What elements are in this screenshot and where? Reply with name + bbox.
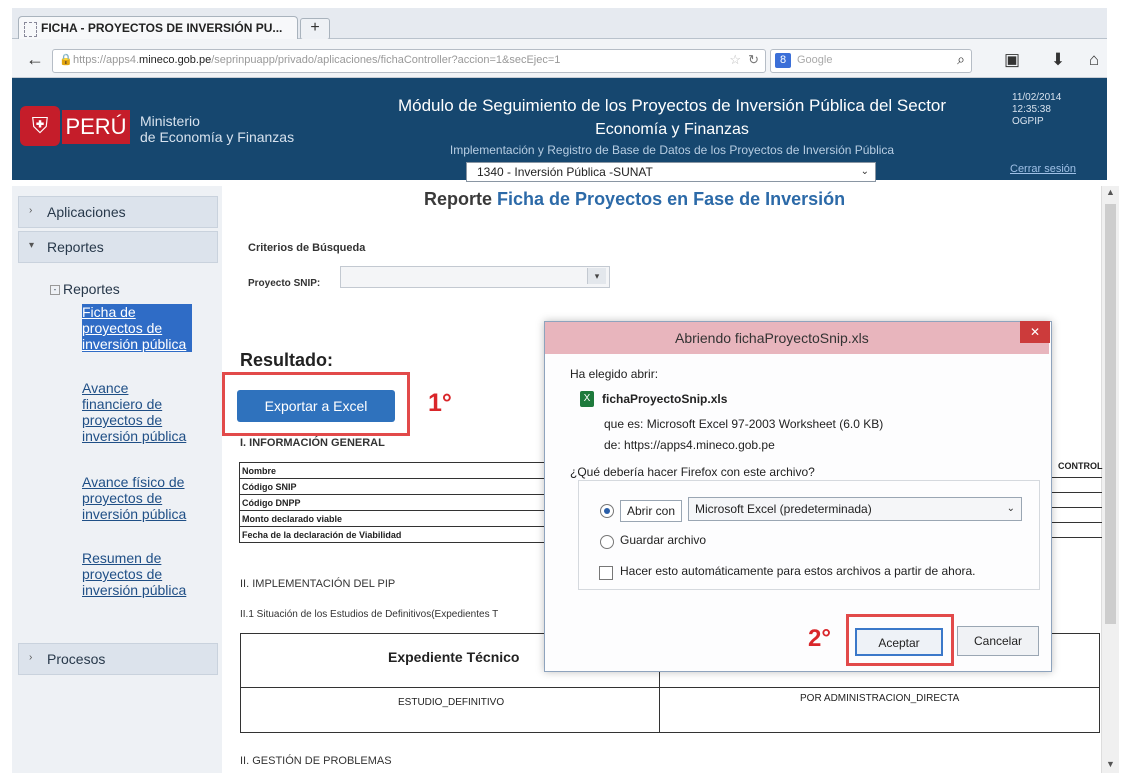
- dialog-intro: Ha elegido abrir:: [570, 367, 659, 381]
- bookmark-star-icon[interactable]: ☆: [729, 52, 741, 68]
- sidebar-item-reportes[interactable]: ▾ Reportes: [18, 231, 218, 263]
- sidebar-link-avance-financiero[interactable]: Avance financiero de proyectos de invers…: [82, 380, 192, 444]
- open-with-select[interactable]: Microsoft Excel (predeterminada) ⌄: [688, 497, 1022, 521]
- table-row: Monto declarado viable: [239, 510, 559, 527]
- sidebar-item-label: Procesos: [47, 651, 106, 667]
- open-with-label[interactable]: Abrir con: [620, 500, 682, 522]
- table-row: Código SNIP: [239, 478, 559, 495]
- url-text: https://apps4.mineco.gob.pe/seprinpuapp/…: [73, 54, 561, 66]
- step1-label: 1°: [428, 389, 452, 417]
- chevron-down-icon: ▾: [29, 240, 35, 251]
- back-arrow-icon[interactable]: ←: [24, 49, 46, 69]
- search-input[interactable]: 8 Google ⌕: [770, 49, 972, 73]
- dialog-title: Abriendo fichaProyectoSnip.xls: [675, 330, 869, 346]
- country-logo: PERÚ: [62, 110, 130, 144]
- export-excel-button[interactable]: Exportar a Excel: [237, 390, 395, 422]
- scroll-up-icon[interactable]: ▲: [1106, 187, 1115, 197]
- session-info: 11/02/2014 12:35:38 OGPIP: [1012, 92, 1062, 127]
- table-row: Nombre: [239, 462, 559, 479]
- chevron-right-icon: ›: [29, 652, 33, 663]
- ministry-name: Ministerio de Economía y Finanzas: [140, 113, 295, 145]
- new-tab-button[interactable]: +: [300, 18, 330, 40]
- cancel-button[interactable]: Cancelar: [957, 626, 1039, 656]
- sidebar-item-label: Aplicaciones: [47, 204, 126, 220]
- control-column-header: CONTROL: [1058, 461, 1103, 471]
- sidebar-item-procesos[interactable]: › Procesos: [18, 643, 218, 675]
- table-header: Expediente Técnico: [388, 649, 520, 665]
- scroll-down-icon[interactable]: ▼: [1106, 759, 1115, 769]
- header-subtitle: Implementación y Registro de Base de Dat…: [449, 143, 895, 157]
- excel-file-icon: X: [580, 391, 594, 407]
- chevron-down-icon: ⌄: [1006, 503, 1015, 514]
- page-icon: [24, 22, 37, 37]
- table-row: Código DNPP: [239, 494, 559, 511]
- table-cell: ESTUDIO_DEFINITIVO: [398, 697, 505, 708]
- page-title: Reporte Ficha de Proyectos en Fase de In…: [424, 189, 846, 209]
- sidebar-link-ficha[interactable]: Ficha de proyectos de inversión pública: [82, 304, 192, 352]
- chevron-right-icon: ›: [29, 205, 33, 216]
- executing-unit-value: 1340 - Inversión Pública -SUNAT: [477, 165, 653, 179]
- home-icon[interactable]: ⌂: [1082, 50, 1106, 70]
- url-bar[interactable]: 🔒 https://apps4.mineco.gob.pe/seprinpuap…: [52, 49, 766, 73]
- coat-of-arms-icon: ⛨: [20, 106, 60, 146]
- problems-heading: II. GESTIÓN DE PROBLEMAS: [240, 755, 392, 767]
- table-cell: Código DNPP: [239, 494, 559, 511]
- sidebar-subgroup-reportes[interactable]: - Reportes: [50, 281, 120, 297]
- chevron-down-icon: ▾: [587, 268, 606, 284]
- step2-label: 2°: [808, 625, 831, 652]
- executing-unit-select[interactable]: 1340 - Inversión Pública -SUNAT ⌄: [466, 162, 876, 182]
- general-info-heading: I. INFORMACIÓN GENERAL: [240, 437, 385, 449]
- auto-action-label[interactable]: Hacer esto automáticamente para estos ar…: [620, 564, 976, 578]
- general-info-table: Nombre Código SNIP Código DNPP Monto dec…: [239, 462, 559, 543]
- open-with-value: Microsoft Excel (predeterminada): [695, 502, 872, 516]
- lock-icon: 🔒: [59, 54, 73, 66]
- header-title-line2: Economía y Finanzas: [595, 121, 749, 138]
- snip-project-select[interactable]: ▾: [340, 266, 610, 288]
- dialog-file-source: de: https://apps4.mineco.gob.pe: [604, 438, 775, 452]
- table-cell: Fecha de la declaración de Viabilidad: [239, 526, 559, 543]
- studies-status-heading: II.1 Situación de los Estudios de Defini…: [240, 609, 499, 620]
- table-cell: Nombre: [239, 462, 559, 479]
- logout-link[interactable]: Cerrar sesión: [1010, 163, 1076, 175]
- snip-label: Proyecto SNIP:: [248, 278, 321, 289]
- sidebar-link-resumen[interactable]: Resumen de proyectos de inversión públic…: [82, 550, 192, 598]
- auto-action-checkbox[interactable]: [599, 566, 613, 580]
- result-heading: Resultado:: [240, 350, 334, 370]
- table-row: Fecha de la declaración de Viabilidad: [239, 526, 559, 543]
- divider: [241, 687, 1099, 688]
- table-cell: Código SNIP: [239, 478, 559, 495]
- table-cell: POR ADMINISTRACION_DIRECTA: [800, 693, 960, 704]
- chevron-down-icon: ⌄: [860, 166, 869, 177]
- search-icon[interactable]: ⌕: [957, 51, 965, 68]
- sidebar-item-aplicaciones[interactable]: › Aplicaciones: [18, 196, 218, 228]
- sidebar-item-label: Reportes: [47, 239, 104, 255]
- dialog-filename: fichaProyectoSnip.xls: [602, 392, 728, 406]
- scrollbar[interactable]: ▲ ▼: [1101, 186, 1119, 773]
- bookmarks-icon[interactable]: ▣: [1000, 50, 1024, 70]
- dialog-file-type: que es: Microsoft Excel 97-2003 Workshee…: [604, 417, 884, 431]
- header-title: Módulo de Seguimiento de los Proyectos d…: [397, 96, 947, 115]
- table-cell: Monto declarado viable: [239, 510, 559, 527]
- download-icon[interactable]: ⬇: [1046, 50, 1070, 70]
- browser-tab[interactable]: FICHA - PROYECTOS DE INVERSIÓN PU...: [18, 16, 298, 41]
- tab-title: FICHA - PROYECTOS DE INVERSIÓN PU...: [41, 21, 283, 35]
- search-placeholder: Google: [797, 54, 833, 66]
- open-with-radio[interactable]: [600, 504, 614, 518]
- dialog-question: ¿Qué debería hacer Firefox con este arch…: [570, 465, 815, 479]
- scrollbar-thumb[interactable]: [1105, 204, 1116, 624]
- reload-icon[interactable]: ↻: [748, 52, 759, 68]
- implementation-heading: II. IMPLEMENTACIÓN DEL PIP: [240, 578, 396, 590]
- sidebar-link-avance-fisico[interactable]: Avance físico de proyectos de inversión …: [82, 474, 192, 522]
- accept-button[interactable]: Aceptar: [855, 628, 943, 656]
- search-criteria-heading: Criterios de Búsqueda: [248, 242, 366, 254]
- close-icon[interactable]: ✕: [1020, 321, 1050, 343]
- save-file-label[interactable]: Guardar archivo: [620, 533, 706, 547]
- google-icon: 8: [775, 53, 791, 68]
- dialog-titlebar[interactable]: Abriendo fichaProyectoSnip.xls: [545, 322, 1049, 354]
- save-file-radio[interactable]: [600, 535, 614, 549]
- collapse-icon: -: [50, 285, 60, 296]
